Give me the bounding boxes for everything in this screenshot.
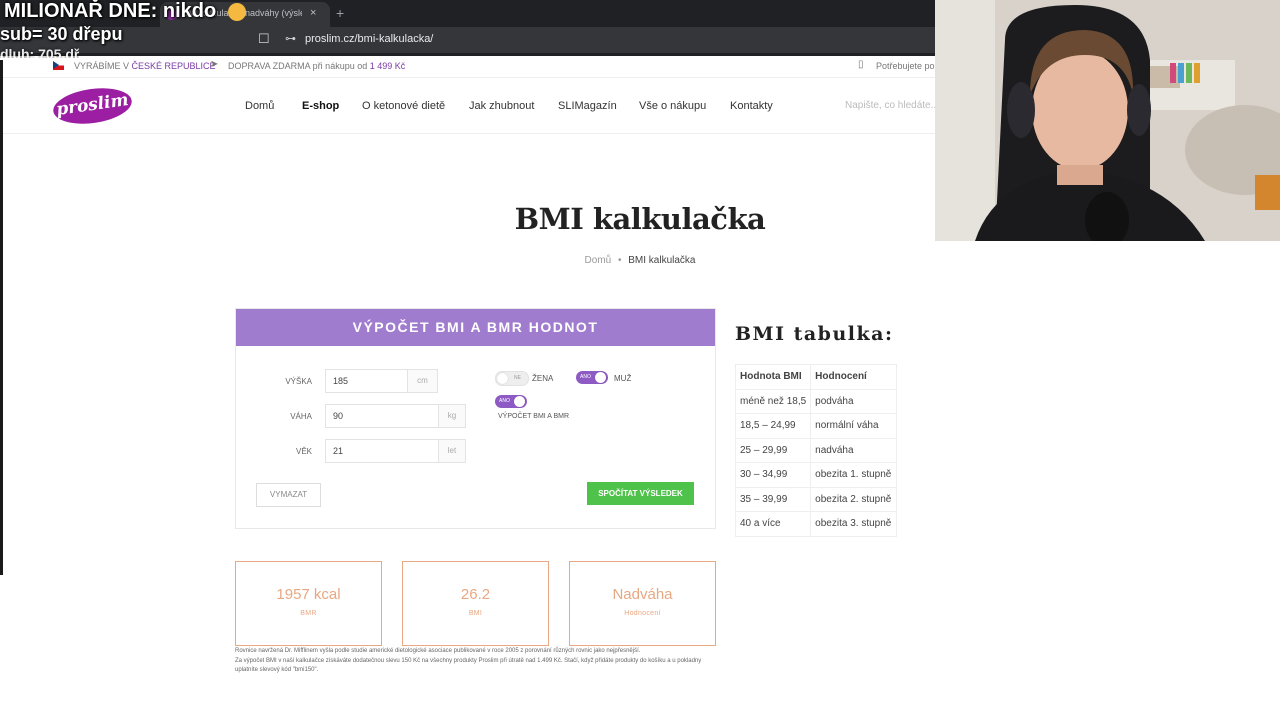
czech-flag-icon (53, 61, 64, 70)
tab-close-icon[interactable]: × (310, 7, 316, 19)
nav-home[interactable]: Domů (245, 100, 274, 112)
nav-shopping-info[interactable]: Vše o nákupu (639, 100, 706, 112)
site-info-icon[interactable]: ⊶ (285, 32, 296, 45)
table-cell: obezita 3. stupně (810, 511, 898, 537)
webcam-overlay (935, 0, 1280, 241)
breadcrumb-home[interactable]: Domů (584, 255, 611, 266)
age-unit: let (438, 440, 465, 462)
bmr-toggle-text: ANO (499, 398, 510, 404)
table-cell: normální váha (810, 413, 898, 439)
result-bmr-label: BMR (300, 610, 317, 617)
age-value: 21 (333, 446, 344, 456)
logo-text: proslim (54, 90, 130, 120)
breadcrumb-separator: • (617, 255, 622, 266)
result-bmr: 1957 kcal BMR (235, 561, 382, 646)
height-label: VÝŠKA (285, 377, 312, 386)
weight-value: 90 (333, 411, 344, 421)
table-cell: podváha (810, 388, 898, 414)
height-field[interactable]: 185 cm (325, 369, 438, 393)
weight-unit: kg (438, 405, 465, 427)
search-input[interactable]: Napište, co hledáte... (845, 100, 939, 111)
result-rating-label: Hodnocení (624, 610, 661, 617)
calculate-button[interactable]: SPOČÍTAT VÝSLEDEK (587, 482, 694, 505)
table-cell: 25 – 29,99 (734, 437, 812, 463)
stream-overlay-line-2: sub= 30 dřepu (0, 24, 123, 44)
clear-button[interactable]: VYMAZAT (256, 483, 321, 507)
table-header: Hodnocení (810, 364, 898, 390)
result-bmr-value: 1957 kcal (276, 586, 341, 603)
result-bmi: 26.2 BMI (402, 561, 549, 646)
emoji-icon (228, 3, 246, 21)
bookmark-icon[interactable]: ☐ (258, 31, 270, 47)
nav-how-to-lose-weight[interactable]: Jak zhubnout (469, 100, 534, 112)
result-bmi-value: 26.2 (460, 586, 491, 603)
calculator-heading: VÝPOČET BMI A BMR HODNOT (236, 309, 715, 346)
bmr-toggle[interactable]: ANO (495, 395, 527, 408)
height-unit: cm (407, 370, 437, 392)
note-line-2: Za výpočet BMI v naší kalkulačce získává… (235, 657, 702, 674)
female-toggle[interactable]: NE (495, 371, 529, 386)
table-row: 25 – 29,99 nadváha (734, 437, 898, 463)
address-bar: ☐ ⊶ proslim.cz/bmi-kalkulacka/ (0, 27, 935, 53)
result-rating: Nadváha Hodnocení (569, 561, 716, 646)
webcam-image (935, 0, 1280, 241)
new-tab-button[interactable]: + (336, 5, 344, 21)
table-cell: nadváha (810, 437, 898, 463)
bmi-table-title: BMI tabulka: (735, 323, 894, 345)
table-row: 30 – 34,99 obezita 1. stupně (734, 462, 898, 488)
paper-plane-icon: ➤ (210, 59, 219, 70)
table-header-row: Hodnota BMI Hodnocení (734, 364, 898, 390)
female-label: ŽENA (532, 374, 554, 383)
breadcrumb: Domů • BMI kalkulačka (0, 255, 1280, 266)
phone-icon: ▯ (858, 59, 864, 70)
table-row: 40 a více obezita 3. stupně (734, 511, 898, 537)
age-label: VĚK (295, 447, 312, 456)
height-value: 185 (333, 376, 349, 386)
url-field[interactable]: proslim.cz/bmi-kalkulacka/ (305, 33, 433, 45)
table-cell: 30 – 34,99 (734, 462, 812, 488)
left-edge-bar (0, 60, 3, 575)
stream-overlay-line-3: dluh: 705 dř (0, 46, 80, 58)
table-cell: obezita 2. stupně (810, 486, 898, 512)
weight-label: VÁHA (290, 412, 312, 421)
table-row: méně než 18,5 podváha (734, 388, 898, 414)
table-cell: obezita 1. stupně (810, 462, 898, 488)
stream-overlay-line-1: MILIONAŘ DNE: nikdo (4, 0, 217, 22)
proslim-logo[interactable]: proslim (51, 83, 134, 129)
nav-keto-diet[interactable]: O ketonové dietě (362, 100, 445, 112)
nav-eshop[interactable]: E-shop (302, 100, 339, 112)
result-rating-value: Nadváha (612, 586, 673, 603)
nav-contacts[interactable]: Kontakty (730, 100, 773, 112)
breadcrumb-current: BMI kalkulačka (628, 255, 696, 266)
result-bmi-label: BMI (468, 610, 483, 617)
nav-slimagazin[interactable]: SLIMagazín (558, 100, 617, 112)
male-toggle[interactable]: ANO (576, 371, 608, 384)
table-cell: 35 – 39,99 (734, 486, 812, 512)
age-field[interactable]: 21 let (325, 439, 466, 463)
calculator-note: Rovnice navržená Dr. Mifflinem vyšla pod… (235, 647, 715, 676)
table-row: 35 – 39,99 obezita 2. stupně (734, 486, 898, 512)
bmi-table: Hodnota BMI Hodnocení méně než 18,5 podvá… (734, 364, 898, 537)
nav-divider (0, 133, 935, 134)
help-text[interactable]: Potřebujete po (876, 61, 935, 71)
weight-field[interactable]: 90 kg (325, 404, 466, 428)
table-cell: méně než 18,5 (734, 388, 812, 414)
table-cell: 40 a více (734, 511, 812, 537)
made-in-text: VYRÁBÍME V ČESKÉ REPUBLICE (74, 61, 216, 71)
free-shipping-text: DOPRAVA ZDARMA při nákupu od 1 499 Kč (228, 61, 406, 71)
table-row: 18,5 – 24,99 normální váha (734, 413, 898, 439)
bmr-toggle-label: VÝPOČET BMI A BMR (498, 413, 570, 420)
female-toggle-text: NE (514, 375, 521, 381)
note-line-1: Rovnice navržená Dr. Mifflinem vyšla pod… (235, 648, 641, 654)
table-cell: 18,5 – 24,99 (734, 413, 812, 439)
male-toggle-text: ANO (580, 374, 591, 380)
male-label: MUŽ (614, 374, 632, 383)
table-header: Hodnota BMI (734, 364, 812, 390)
top-info-bar: VYRÁBÍME V ČESKÉ REPUBLICE ➤ DOPRAVA ZDA… (0, 56, 935, 78)
